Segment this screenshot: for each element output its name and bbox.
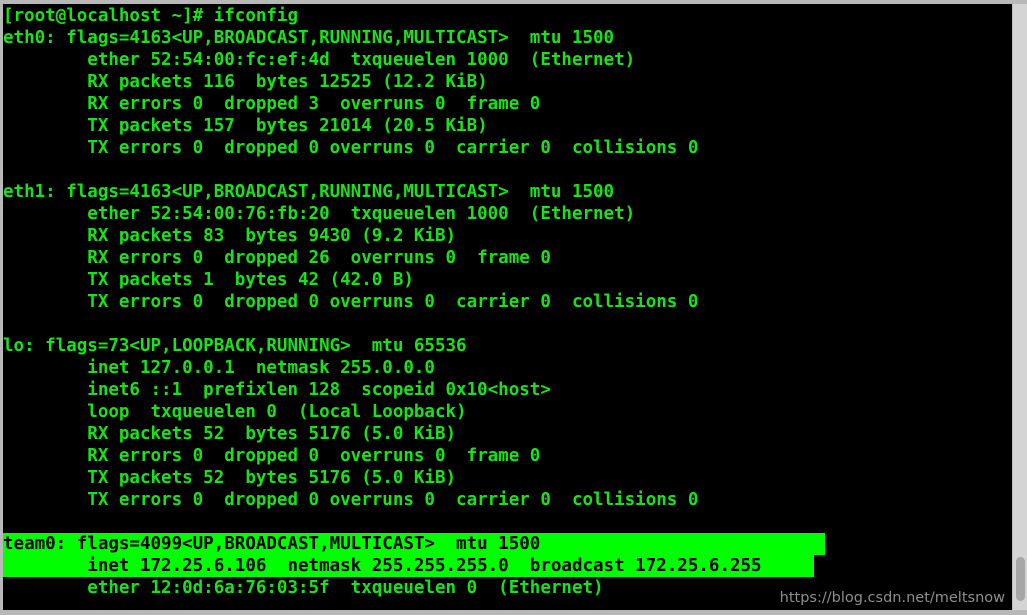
window-bottom-edge — [0, 610, 1027, 615]
terminal-line: RX errors 0 dropped 3 overruns 0 frame 0 — [3, 94, 541, 114]
terminal-line: inet 127.0.0.1 netmask 255.0.0.0 — [3, 358, 435, 378]
terminal-line: inet 172.25.6.106 netmask 255.255.255.0 … — [3, 555, 1012, 577]
terminal-line: RX errors 0 dropped 26 overruns 0 frame … — [3, 248, 551, 268]
terminal-line: RX packets 52 bytes 5176 (5.0 KiB) — [3, 424, 457, 444]
terminal-line: RX packets 116 bytes 12525 (12.2 KiB) — [3, 72, 488, 92]
terminal-line: TX errors 0 dropped 0 overruns 0 carrier… — [3, 138, 699, 158]
vertical-scrollbar-track[interactable] — [1012, 4, 1027, 610]
terminal-line: team0: flags=4099<UP,BROADCAST,MULTICAST… — [3, 533, 1012, 555]
terminal-window: [root@localhost ~]# ifconfig eth0: flags=… — [0, 0, 1027, 615]
terminal-line: lo: flags=73<UP,LOOPBACK,RUNNING> mtu 65… — [3, 336, 467, 356]
terminal-line-highlight: inet 172.25.6.106 netmask 255.255.255.0 … — [3, 555, 815, 577]
terminal-line: RX packets 83 bytes 9430 (9.2 KiB) — [3, 226, 457, 246]
terminal-line: TX packets 52 bytes 5176 (5.0 KiB) — [3, 468, 457, 488]
terminal-line-highlight: team0: flags=4099<UP,BROADCAST,MULTICAST… — [3, 533, 825, 555]
terminal-line: ether 52:54:00:76:fb:20 txqueuelen 1000 … — [3, 204, 636, 224]
terminal-line: ether 52:54:00:fc:ef:4d txqueuelen 1000 … — [3, 50, 636, 70]
terminal-line: TX packets 1 bytes 42 (42.0 B) — [3, 270, 414, 290]
terminal-line: TX errors 0 dropped 0 overruns 0 carrier… — [3, 490, 699, 510]
terminal-line: TX errors 0 dropped 0 overruns 0 carrier… — [3, 292, 699, 312]
vertical-scrollbar-thumb[interactable] — [1016, 557, 1025, 601]
terminal-line: loop txqueuelen 0 (Local Loopback) — [3, 402, 467, 422]
terminal-line: TX packets 157 bytes 21014 (20.5 KiB) — [3, 116, 488, 136]
terminal-line: [root@localhost ~]# ifconfig — [3, 6, 299, 26]
console-output: [root@localhost ~]# ifconfig eth0: flags=… — [3, 5, 1012, 599]
terminal-screen[interactable]: [root@localhost ~]# ifconfig eth0: flags=… — [3, 4, 1012, 610]
terminal-line: eth0: flags=4163<UP,BROADCAST,RUNNING,MU… — [3, 28, 615, 48]
terminal-line: ether 12:0d:6a:76:03:5f txqueuelen 0 (Et… — [3, 578, 604, 598]
terminal-line: eth1: flags=4163<UP,BROADCAST,RUNNING,MU… — [3, 182, 615, 202]
terminal-line: inet6 ::1 prefixlen 128 scopeid 0x10<hos… — [3, 380, 551, 400]
terminal-line: RX errors 0 dropped 0 overruns 0 frame 0 — [3, 446, 541, 466]
